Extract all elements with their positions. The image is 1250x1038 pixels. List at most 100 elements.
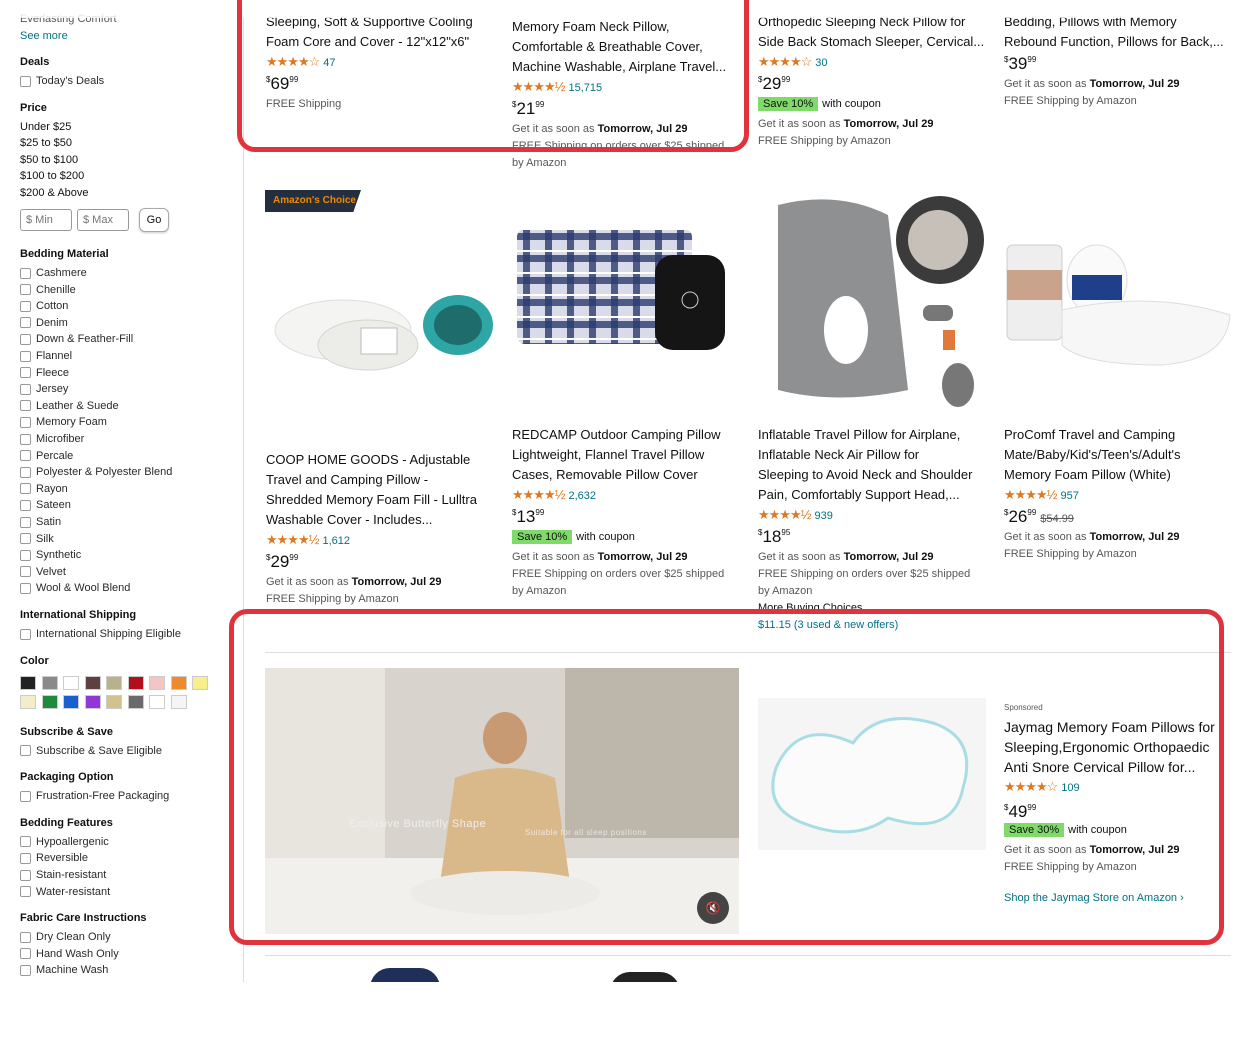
next-row-image[interactable] <box>610 972 680 982</box>
checkbox[interactable] <box>20 499 31 511</box>
price-range-link[interactable]: Under $25 <box>20 121 71 133</box>
product-title-line[interactable]: Inflatable Neck Air Pillow for <box>758 445 990 465</box>
filter-checkbox-subscribe[interactable]: Subscribe & Save Eligible <box>20 745 162 757</box>
color-swatch[interactable] <box>170 675 187 690</box>
color-swatch[interactable] <box>170 694 187 709</box>
product-price[interactable]: $2699$54.99 <box>1004 507 1074 527</box>
star-rating[interactable]: ★★★★½ 2,632 <box>512 487 596 503</box>
filter-checkbox-bedding_material[interactable]: Wool & Wool Blend <box>20 582 130 594</box>
price-range-link[interactable]: $100 to $200 <box>20 170 84 182</box>
product-title-line[interactable]: Lightweight, Flannel Travel Pillow <box>512 445 744 465</box>
filter-checkbox-bedding_material[interactable]: Percale <box>20 450 73 462</box>
checkbox[interactable] <box>20 582 31 594</box>
filter-checkbox-bedding_material[interactable]: Down & Feather-Fill <box>20 333 133 345</box>
filter-checkbox-bedding_material[interactable]: Polyester & Polyester Blend <box>20 466 172 478</box>
review-count[interactable]: 957 <box>1060 490 1078 502</box>
filter-checkbox-packaging[interactable]: Frustration-Free Packaging <box>20 790 169 802</box>
product-title-line[interactable]: Memory Foam Pillow (White) <box>1004 465 1236 485</box>
filter-checkbox-bedding_material[interactable]: Satin <box>20 516 61 528</box>
filter-checkbox-deals[interactable]: Today's Deals <box>20 75 104 87</box>
product-title-line[interactable]: Mate/Baby/Kid's/Teen's/Adult's <box>1004 445 1236 465</box>
product-price[interactable]: $1895 <box>758 527 790 547</box>
checkbox[interactable] <box>20 284 31 296</box>
filter-checkbox-bedding_material[interactable]: Cashmere <box>20 267 87 279</box>
filter-checkbox-bedding_material[interactable]: Leather & Suede <box>20 400 119 412</box>
filter-checkbox-bedding_material[interactable]: Synthetic <box>20 549 81 561</box>
product-title-line[interactable]: Washable Cover - Includes... <box>266 510 498 530</box>
color-swatch[interactable] <box>41 675 58 690</box>
checkbox[interactable] <box>20 836 31 848</box>
checkbox[interactable] <box>20 350 31 362</box>
product-title-line[interactable]: Sleeping to Avoid Neck and Shoulder <box>758 465 990 485</box>
filter-checkbox-fabric_care[interactable]: Hand Wash Only <box>20 948 119 960</box>
review-count[interactable]: 2,632 <box>568 490 596 502</box>
star-rating[interactable]: ★★★★½ 1,612 <box>266 532 350 548</box>
product-title-line[interactable]: Side Back Stomach Sleeper, Cervical... <box>758 32 990 52</box>
color-swatch[interactable] <box>20 675 36 690</box>
price-range-link[interactable]: $25 to $50 <box>20 137 72 149</box>
filter-checkbox-bedding_material[interactable]: Silk <box>20 533 54 545</box>
product-price[interactable]: $2999 <box>266 552 298 572</box>
checkbox[interactable] <box>20 400 31 412</box>
color-swatch[interactable] <box>84 694 101 709</box>
see-more-link[interactable]: See more <box>20 30 68 42</box>
product-image-redcamp-pillow[interactable] <box>515 225 745 355</box>
product-title-line[interactable]: ProComf Travel and Camping <box>1004 425 1236 445</box>
color-swatch[interactable] <box>41 694 58 709</box>
filter-checkbox-bedding_material[interactable]: Microfiber <box>20 433 84 445</box>
filter-checkbox-bedding_features[interactable]: Hypoallergenic <box>20 836 109 848</box>
product-title-line[interactable]: Cases, Removable Pillow Cover <box>512 465 744 485</box>
review-count[interactable]: 1,612 <box>322 535 350 547</box>
filter-checkbox-bedding_features[interactable]: Reversible <box>20 852 88 864</box>
checkbox[interactable] <box>20 628 31 640</box>
color-swatch[interactable] <box>127 675 144 690</box>
checkbox[interactable] <box>20 416 31 428</box>
filter-checkbox-bedding_material[interactable]: Jersey <box>20 383 68 395</box>
filter-checkbox-bedding_material[interactable]: Cotton <box>20 300 68 312</box>
checkbox[interactable] <box>20 549 31 561</box>
price-min-input[interactable] <box>20 208 72 231</box>
checkbox[interactable] <box>20 267 31 279</box>
product-title-line[interactable]: Rebound Function, Pillows for Back,... <box>1004 32 1236 52</box>
color-swatch[interactable] <box>106 675 122 690</box>
coupon[interactable]: Save 10% with coupon <box>512 530 635 544</box>
filter-checkbox-bedding_material[interactable]: Memory Foam <box>20 416 107 428</box>
checkbox[interactable] <box>20 367 31 379</box>
color-swatch[interactable] <box>63 675 79 690</box>
checkbox[interactable] <box>20 450 31 462</box>
price-range-link[interactable]: $200 & Above <box>20 187 89 199</box>
checkbox[interactable] <box>20 483 31 495</box>
color-swatch[interactable] <box>84 675 101 690</box>
checkbox[interactable] <box>20 466 31 478</box>
checkbox[interactable] <box>20 317 31 329</box>
filter-checkbox-fabric_care[interactable]: Machine Wash <box>20 964 108 976</box>
coupon[interactable]: Save 10% with coupon <box>758 97 881 111</box>
checkbox[interactable] <box>20 869 31 881</box>
product-title-line[interactable]: REDCAMP Outdoor Camping Pillow <box>512 425 744 445</box>
checkbox[interactable] <box>20 948 31 960</box>
product-title-line[interactable]: Shredded Memory Foam Fill - Lulltra <box>266 490 498 510</box>
checkbox[interactable] <box>20 931 31 943</box>
filter-checkbox-bedding_material[interactable]: Sateen <box>20 499 71 511</box>
product-title-line[interactable]: COOP HOME GOODS - Adjustable <box>266 450 498 470</box>
checkbox[interactable] <box>20 333 31 345</box>
product-price[interactable]: $1399 <box>512 507 544 527</box>
filter-checkbox-bedding_material[interactable]: Fleece <box>20 367 69 379</box>
filter-checkbox-bedding_material[interactable]: Rayon <box>20 483 68 495</box>
star-rating[interactable]: ★★★★½ 957 <box>1004 487 1079 503</box>
product-image-coop-pillow[interactable] <box>273 270 493 380</box>
filter-checkbox-bedding_features[interactable]: Stain-resistant <box>20 869 106 881</box>
color-swatch[interactable] <box>149 675 165 690</box>
checkbox[interactable] <box>20 964 31 976</box>
next-row-image[interactable] <box>370 968 440 982</box>
product-price[interactable]: $2999 <box>758 74 790 94</box>
product-title-line[interactable]: Travel and Camping Pillow - <box>266 470 498 490</box>
color-swatch[interactable] <box>20 694 36 709</box>
filter-checkbox-bedding_features[interactable]: Water-resistant <box>20 886 110 898</box>
product-title-line[interactable]: Inflatable Travel Pillow for Airplane, <box>758 425 990 445</box>
product-title-line[interactable]: Pain, Comfortably Support Head,... <box>758 485 990 505</box>
price-max-input[interactable] <box>77 208 129 231</box>
review-count[interactable]: 30 <box>815 57 827 69</box>
checkbox[interactable] <box>20 433 31 445</box>
star-rating[interactable]: ★★★★½ 939 <box>758 507 833 523</box>
